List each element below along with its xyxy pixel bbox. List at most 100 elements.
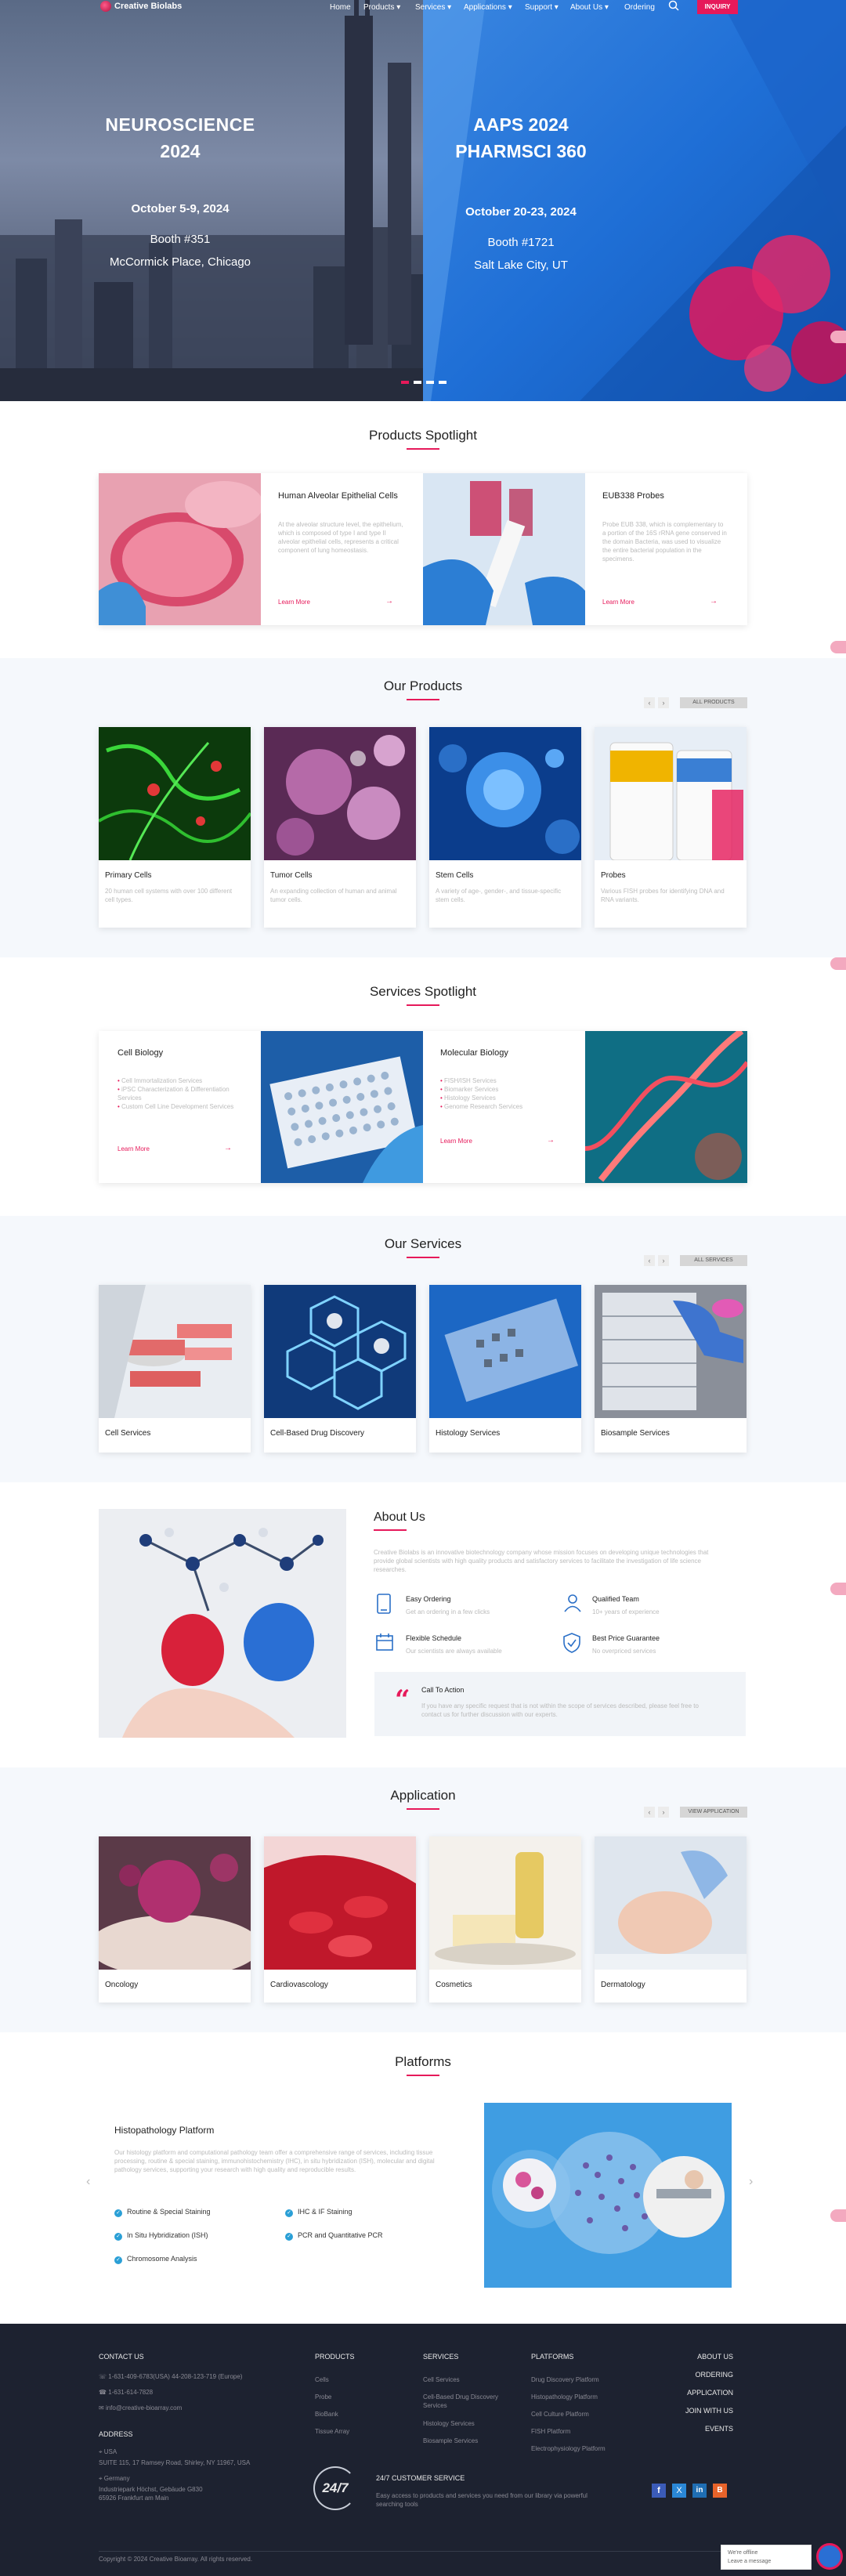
application-card[interactable]: Cardiovascology [264,1836,416,2003]
carousel-dot-1[interactable] [401,381,409,384]
next-button[interactable]: › [658,1255,669,1266]
hero-right-title-1: AAPS 2024 [473,114,569,135]
linkedin-icon[interactable]: in [692,2484,707,2498]
prev-button[interactable]: ‹ [644,1255,655,1266]
blog-icon[interactable]: B [713,2484,727,2498]
email-line[interactable]: ✉ info@creative-bioarray.com [99,2404,182,2412]
product-card[interactable]: Primary Cells 20 human cell systems with… [99,727,251,928]
nav-products[interactable]: Products ▾ [363,3,400,12]
footer-link[interactable]: Biosample Services [423,2437,478,2445]
copyright: Copyright © 2024 Creative Bioarray. All … [99,2556,253,2563]
application-name: Oncology [105,1981,139,1989]
petri-dish-image [99,473,261,625]
nav-support[interactable]: Support ▾ [525,3,559,12]
call-to-action-box[interactable]: “ Call To Action If you have any specifi… [374,1672,746,1736]
nav-ordering[interactable]: Ordering [624,3,655,12]
footer-link[interactable]: Cells [315,2375,329,2384]
learn-more-link[interactable]: Learn More [278,599,310,606]
product-card[interactable]: Stem Cells A variety of age-, gender-, a… [429,727,581,928]
next-button[interactable]: › [658,697,669,708]
platform-desc: Our histology platform and computational… [114,2149,435,2173]
check-item: ✓ Routine & Special Staining [114,2208,211,2217]
service-card-title: Molecular Biology [440,1048,508,1058]
chat-widget[interactable]: We're offline Leave a message [721,2545,812,2570]
nav-applications[interactable]: Applications ▾ [464,3,512,12]
chevron-left-icon[interactable]: ‹ [86,2175,90,2189]
application-card[interactable]: Oncology [99,1836,251,2003]
address-title: ADDRESS [99,2430,133,2438]
brand-name[interactable]: Creative Biolabs [114,2,182,11]
hero-slide-right: AAPS 2024 PHARMSCI 360 October 20-23, 20… [423,0,846,401]
arrow-right-icon[interactable]: → [224,1144,232,1152]
footer-link[interactable]: Tissue Array [315,2427,349,2436]
prev-button[interactable]: ‹ [644,697,655,708]
service-card[interactable]: Cell Services [99,1285,251,1453]
footer-right-link[interactable]: EVENTS [650,2425,733,2433]
carousel-dot-2[interactable] [414,381,421,384]
search-icon[interactable] [668,0,679,11]
arrow-right-icon[interactable]: → [385,597,393,606]
learn-more-link[interactable]: Learn More [440,1138,472,1145]
chevron-right-icon[interactable]: › [749,2175,753,2189]
footer-link[interactable]: Drug Discovery Platform [531,2375,599,2384]
learn-more-link[interactable]: Learn More [602,599,634,606]
service-card[interactable]: Biosample Services [595,1285,747,1453]
footer-right-link[interactable]: JOIN WITH US [650,2407,733,2415]
learn-more-link[interactable]: Learn More [118,1145,150,1152]
footer-link[interactable]: Cell Culture Platform [531,2410,589,2419]
hero-right-title-2: PHARMSCI 360 [455,141,587,161]
application-card[interactable]: Cosmetics [429,1836,581,2003]
check-circle-icon: ✓ [285,2209,293,2217]
arrow-right-icon[interactable]: → [710,597,718,606]
side-tab[interactable] [830,331,846,343]
fax-icon: ☎ [99,2389,109,2396]
footer-right-link[interactable]: APPLICATION [650,2389,733,2397]
footer-link[interactable]: Cell Services [423,2375,460,2384]
abstract-molecule-image [423,0,846,401]
arrow-right-icon[interactable]: → [547,1136,555,1145]
footer-link[interactable]: FISH Platform [531,2427,570,2436]
all-products-button[interactable]: ALL PRODUCTS [680,697,747,708]
footer-products-title: PRODUCTS [315,2353,355,2361]
product-card[interactable]: Probes Various FISH probes for identifyi… [595,727,747,928]
nav-home[interactable]: Home [330,3,351,12]
service-card[interactable]: Histology Services [429,1285,581,1453]
inquiry-button[interactable]: INQUIRY [697,0,738,14]
product-name: Stem Cells [436,871,474,880]
footer-right-link[interactable]: ORDERING [650,2371,733,2379]
twitter-x-icon[interactable]: X [672,2484,686,2498]
check-circle-icon: ✓ [114,2209,122,2217]
footer-link[interactable]: Probe [315,2393,331,2401]
footer-link[interactable]: Cell-Based Drug Discovery Services [423,2393,517,2410]
carousel-dot-3[interactable] [426,381,434,384]
feature-desc: No overpriced services [592,1648,656,1655]
nav-about-us[interactable]: About Us ▾ [570,3,609,12]
dna-helix-image [585,1031,747,1183]
footer-link[interactable]: Histology Services [423,2419,475,2428]
side-tab[interactable] [830,957,846,970]
brand-logo-icon[interactable] [100,1,111,12]
chat-bubble-icon[interactable] [816,2543,843,2570]
footer-right-link[interactable]: ABOUT US [650,2353,733,2361]
side-tab[interactable] [830,2209,846,2222]
product-card[interactable]: Tumor Cells An expanding collection of h… [264,727,416,928]
next-button[interactable]: › [658,1807,669,1818]
chevron-down-icon: ▾ [552,3,559,12]
footer-link[interactable]: BioBank [315,2410,338,2419]
side-tab[interactable] [830,641,846,653]
footer-link[interactable]: Electrophysiology Platform [531,2444,606,2453]
hero-left-title-2: 2024 [160,141,201,161]
service-card[interactable]: Cell-Based Drug Discovery [264,1285,416,1453]
carousel-dot-4[interactable] [439,381,446,384]
side-tab[interactable] [830,1583,846,1595]
footer-link[interactable]: Histopathology Platform [531,2393,598,2401]
nav-services[interactable]: Services ▾ [415,3,451,12]
hero-left-date: October 5-9, 2024 [131,202,230,215]
product-desc: A variety of age-, gender-, and tissue-s… [436,888,562,903]
facebook-icon[interactable]: f [652,2484,666,2498]
view-application-button[interactable]: VIEW APPLICATION [680,1807,747,1818]
prev-button[interactable]: ‹ [644,1807,655,1818]
application-card[interactable]: Dermatology [595,1836,747,2003]
all-services-button[interactable]: ALL SERVICES [680,1255,747,1266]
product-desc: Various FISH probes for identifying DNA … [601,888,725,903]
